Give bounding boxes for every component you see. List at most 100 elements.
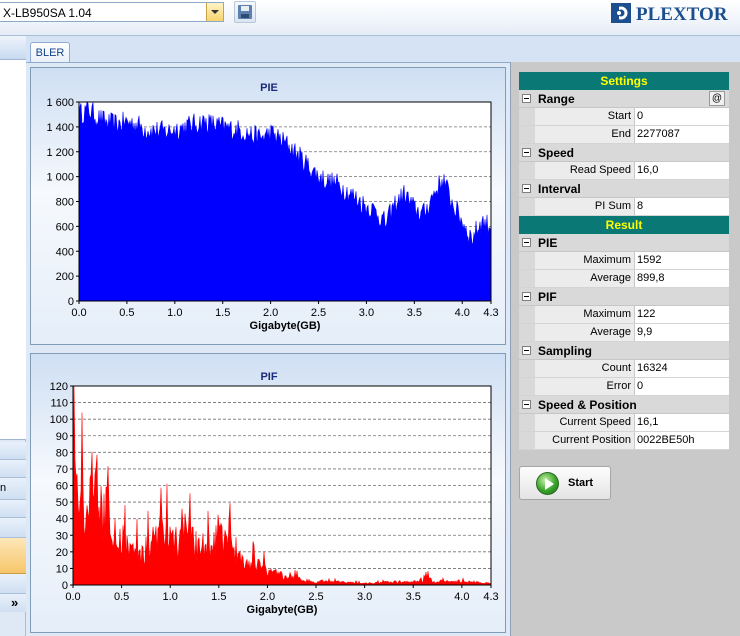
sampling-error-value: 0 <box>635 378 729 395</box>
collapse-icon[interactable] <box>522 292 531 301</box>
property-row: Current Speed 16,1 <box>519 414 729 432</box>
x-tick-label: 2.5 <box>311 307 326 319</box>
y-tick-label: 100 <box>50 414 68 426</box>
chart-panel: PIE 0 200 400 600 800 1 000 1 200 1 400 1 600 0.0… <box>26 62 512 636</box>
x-tick-label: 3.5 <box>407 307 422 319</box>
save-button[interactable] <box>234 1 256 23</box>
x-tick-label: 2.5 <box>308 591 323 603</box>
x-axis-label: Gigabyte(GB) <box>247 604 318 616</box>
start-button-label: Start <box>568 477 594 489</box>
property-key: Current Position <box>535 432 635 449</box>
property-key: Average <box>535 324 635 341</box>
left-strip-item[interactable] <box>0 442 26 460</box>
result-header: Result <box>519 216 729 234</box>
y-tick-label: 400 <box>56 246 74 258</box>
toolbar: X-LB950SA 1.04 PLEXTOR <box>0 0 740 36</box>
start-button[interactable]: Start <box>519 466 611 500</box>
pie-chart-title: PIE <box>260 82 278 94</box>
left-strip-item[interactable] <box>0 460 26 478</box>
left-strip-item[interactable] <box>0 500 26 518</box>
tab-bler[interactable]: BLER <box>30 42 70 63</box>
y-tick-label: 600 <box>56 221 74 233</box>
x-tick-label: 2.0 <box>260 591 275 603</box>
x-tick-label: 0.5 <box>114 591 129 603</box>
collapse-icon[interactable] <box>522 94 531 103</box>
range-category[interactable]: Range @ <box>519 90 729 108</box>
collapse-icon[interactable] <box>522 148 531 157</box>
sampling-label: Sampling <box>538 344 593 358</box>
property-key: Start <box>535 108 635 125</box>
property-row: Maximum 122 <box>519 306 729 324</box>
x-tick-label: 3.0 <box>359 307 374 319</box>
property-key: Maximum <box>535 306 635 323</box>
pif-category[interactable]: PIF <box>519 288 729 306</box>
pie-maximum-value: 1592 <box>635 252 729 269</box>
plextor-logo-icon <box>611 3 631 23</box>
read-speed-field[interactable]: 16,0 <box>635 162 729 179</box>
left-strip-item[interactable] <box>0 518 26 538</box>
brand-wordmark: PLEXTOR <box>636 4 728 25</box>
y-tick-label: 70 <box>56 464 68 476</box>
x-tick-label: 2.0 <box>263 307 278 319</box>
collapse-icon[interactable] <box>522 346 531 355</box>
property-row: Count 16324 <box>519 360 729 378</box>
x-tick-label: 4.3 <box>483 307 498 319</box>
pie-label: PIE <box>538 236 558 250</box>
y-tick-label: 1 000 <box>46 172 74 184</box>
x-tick-label: 4.0 <box>454 591 469 603</box>
property-key: Error <box>535 378 635 395</box>
property-row: Average 899,8 <box>519 270 729 288</box>
pif-chart: PIF 0 10 20 30 40 50 60 70 80 90 100 110 120 0.0 0.5 1.… <box>30 353 506 633</box>
left-strip-item[interactable] <box>0 574 26 594</box>
y-tick-label: 60 <box>56 481 68 493</box>
start-value-field[interactable]: 0 <box>635 108 729 125</box>
left-strip-item-label: n <box>0 482 7 494</box>
y-tick-label: 50 <box>56 497 68 509</box>
tab-bler-label: BLER <box>35 47 65 59</box>
property-key: Maximum <box>535 252 635 269</box>
property-key: Current Speed <box>535 414 635 431</box>
speed-label: Speed <box>538 146 575 160</box>
pie-category[interactable]: PIE <box>519 234 729 252</box>
y-tick-label: 80 <box>56 447 68 459</box>
speed-category[interactable]: Speed <box>519 144 729 162</box>
range-picker-button[interactable]: @ <box>709 91 725 106</box>
sampling-category[interactable]: Sampling <box>519 342 729 360</box>
x-tick-label: 1.0 <box>167 307 182 319</box>
y-tick-label: 800 <box>56 197 74 209</box>
property-row: Read Speed 16,0 <box>519 162 729 180</box>
y-tick-label: 1 600 <box>46 97 74 109</box>
property-row: Start 0 <box>519 108 729 126</box>
x-tick-label: 1.0 <box>163 591 178 603</box>
play-icon <box>536 472 559 495</box>
pif-chart-svg: PIF 01020304050607080901001101200.0 0.5 1.… <box>50 371 499 616</box>
y-tick-label: 10 <box>56 563 68 575</box>
x-tick-label: 0.0 <box>71 307 86 319</box>
y-tick-label: 30 <box>56 530 68 542</box>
x-tick-label: 3.5 <box>406 591 421 603</box>
collapse-icon[interactable] <box>522 400 531 409</box>
drive-select[interactable]: X-LB950SA 1.04 <box>0 2 224 22</box>
y-tick-label: 120 <box>50 381 68 393</box>
left-strip-expand[interactable]: » <box>0 594 26 612</box>
y-tick-label: 20 <box>56 547 68 559</box>
dropdown-arrow-icon[interactable] <box>206 3 223 21</box>
interval-category[interactable]: Interval <box>519 180 729 198</box>
pif-chart-title: PIF <box>260 371 277 383</box>
property-row: PI Sum 8 <box>519 198 729 216</box>
speed-position-category[interactable]: Speed & Position <box>519 396 729 414</box>
pie-average-value: 899,8 <box>635 270 729 287</box>
pie-chart-svg: PIE 02004006008001 0001 2001 4001 6000.0… <box>46 82 498 332</box>
collapse-icon[interactable] <box>522 184 531 193</box>
property-key: Count <box>535 360 635 377</box>
x-axis-label: Gigabyte(GB) <box>250 320 321 332</box>
pi-sum-field[interactable]: 8 <box>635 198 729 215</box>
left-strip-item[interactable]: n <box>0 478 26 500</box>
left-strip-item-selected[interactable] <box>0 538 26 574</box>
range-label: Range <box>538 92 575 106</box>
property-key: Read Speed <box>535 162 635 179</box>
property-row: End 2277087 <box>519 126 729 144</box>
end-value-field[interactable]: 2277087 <box>635 126 729 143</box>
collapse-icon[interactable] <box>522 238 531 247</box>
property-grid: Settings Range @ Start 0 End 2277087 Speed … <box>519 72 729 450</box>
